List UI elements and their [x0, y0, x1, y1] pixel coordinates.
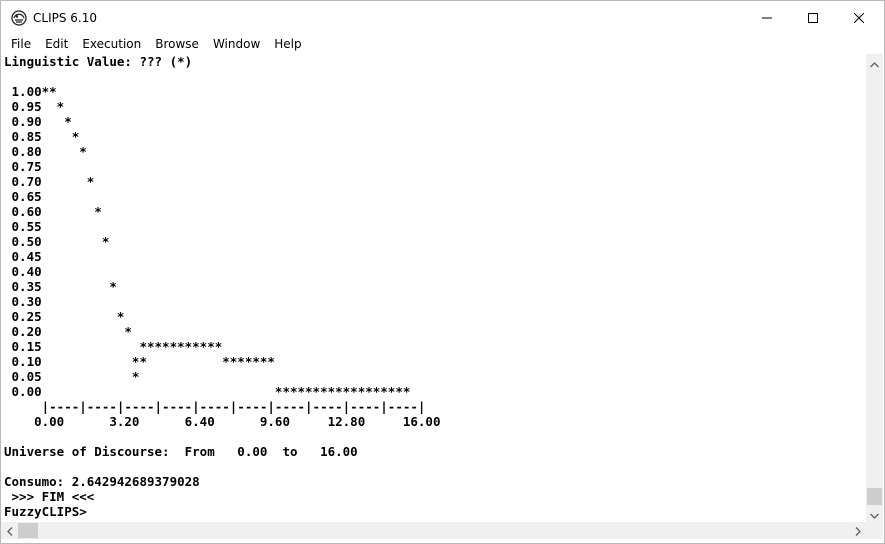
- chevron-right-icon: [855, 521, 861, 540]
- console-line: 0.70 *: [4, 174, 95, 189]
- scroll-left-button[interactable]: [1, 522, 18, 539]
- minimize-button[interactable]: [744, 1, 790, 34]
- console-line: 0.95 *: [4, 99, 65, 114]
- close-button[interactable]: [836, 1, 882, 34]
- maximize-button[interactable]: [790, 1, 836, 34]
- menu-browse[interactable]: Browse: [148, 34, 206, 54]
- minimize-icon: [762, 8, 772, 27]
- console-prompt[interactable]: FuzzyCLIPS>: [4, 504, 87, 519]
- console-line: 0.75: [4, 159, 42, 174]
- chevron-left-icon: [6, 521, 13, 540]
- console-line: |----|----|----|----|----|----|----|----…: [4, 399, 426, 414]
- scroll-up-button[interactable]: [866, 54, 883, 71]
- window-title: CLIPS 6.10: [33, 11, 97, 25]
- chevron-down-icon: [870, 504, 879, 523]
- menu-execution[interactable]: Execution: [75, 34, 148, 54]
- console-line: 0.00 ******************: [4, 384, 411, 399]
- console-line: 0.25 *: [4, 309, 125, 324]
- console-line: 0.60 *: [4, 204, 102, 219]
- console-line: 0.45: [4, 249, 42, 264]
- console-line: 0.05 *: [4, 369, 140, 384]
- clips-app-icon[interactable]: [11, 10, 27, 26]
- dialog-console[interactable]: Linguistic Value: ??? (*) 1.00** 0.95 * …: [1, 54, 866, 522]
- console-line: Universe of Discourse: From 0.00 to 16.0…: [4, 444, 358, 459]
- clips-window: CLIPS 6.10 File Edit Execution Browse Wi…: [0, 0, 885, 544]
- menu-bar: File Edit Execution Browse Window Help: [1, 34, 884, 54]
- vertical-scrollbar[interactable]: [866, 54, 883, 522]
- console-line: 0.90 *: [4, 114, 72, 129]
- console-line: 0.15 ***********: [4, 339, 223, 354]
- scroll-down-button[interactable]: [866, 505, 883, 522]
- horizontal-scroll-thumb[interactable]: [18, 523, 38, 538]
- menu-window[interactable]: Window: [206, 34, 267, 54]
- console-line: 0.65: [4, 189, 42, 204]
- maximize-icon: [808, 8, 818, 27]
- console-line: 0.20 *: [4, 324, 132, 339]
- console-line: 0.35 *: [4, 279, 117, 294]
- close-icon: [853, 8, 865, 27]
- console-output[interactable]: Linguistic Value: ??? (*) 1.00** 0.95 * …: [1, 54, 866, 519]
- console-line: Consumo: 2.642942689379028: [4, 474, 200, 489]
- console-line: 0.40: [4, 264, 42, 279]
- scroll-right-button[interactable]: [849, 522, 866, 539]
- console-line: 0.85 *: [4, 129, 80, 144]
- menu-help[interactable]: Help: [267, 34, 308, 54]
- scrollbar-corner: [866, 522, 883, 539]
- console-line: 0.55: [4, 219, 42, 234]
- console-line: 0.10 ** *******: [4, 354, 275, 369]
- horizontal-scrollbar[interactable]: [1, 522, 866, 539]
- console-line: Linguistic Value: ??? (*): [4, 54, 193, 69]
- console-line: 0.30: [4, 294, 42, 309]
- menu-edit[interactable]: Edit: [38, 34, 75, 54]
- console-line: 0.00 3.20 6.40 9.60 12.80 16.00: [4, 414, 441, 429]
- vertical-scroll-thumb[interactable]: [867, 488, 882, 505]
- console-line: 1.00**: [4, 84, 57, 99]
- chevron-up-icon: [870, 53, 879, 72]
- title-bar[interactable]: CLIPS 6.10: [1, 1, 884, 34]
- menu-file[interactable]: File: [1, 34, 38, 54]
- console-line: 0.80 *: [4, 144, 87, 159]
- console-line: >>> FIM <<<: [4, 489, 95, 504]
- console-line: 0.50 *: [4, 234, 110, 249]
